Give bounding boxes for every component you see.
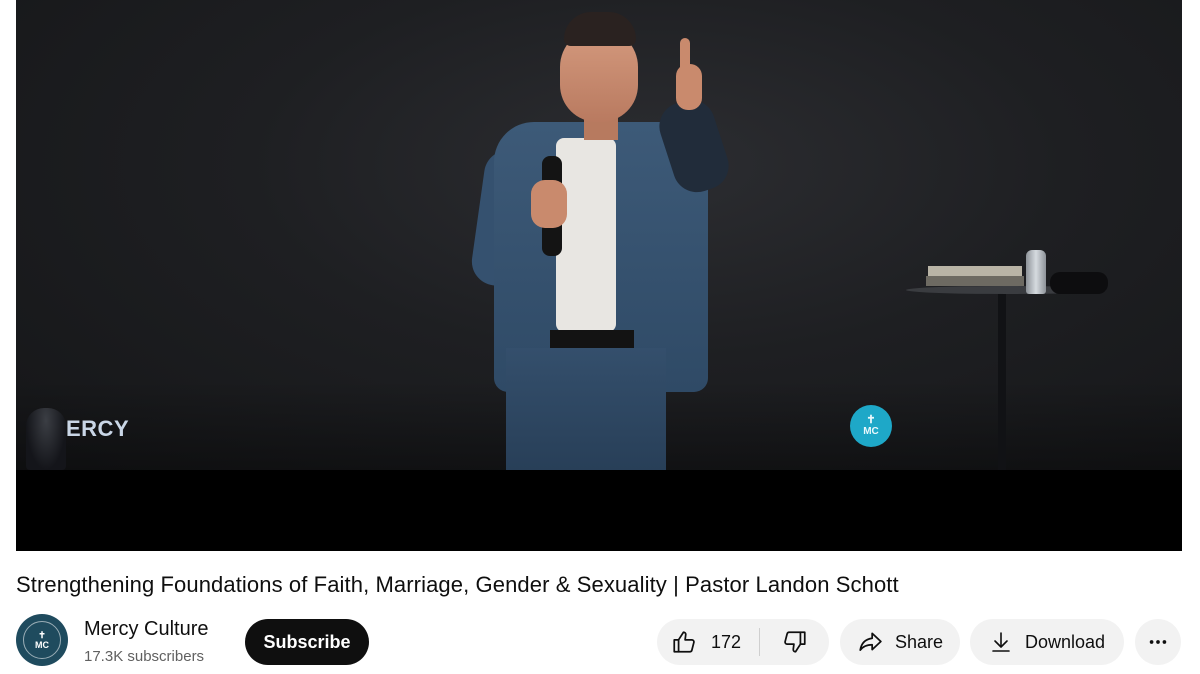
video-frame: ERCY ✝ MC <box>16 0 1182 470</box>
book <box>926 276 1024 286</box>
book <box>928 266 1022 276</box>
video-title: Strengthening Foundations of Faith, Marr… <box>16 572 899 597</box>
subscriber-count: 17.3K subscribers <box>84 648 205 665</box>
stage-table-leg <box>998 292 1006 470</box>
channel-watermark[interactable]: ✝ MC <box>850 405 892 447</box>
water-bottle <box>1026 250 1046 294</box>
presenter-hand <box>531 180 567 228</box>
share-button[interactable]: Share <box>840 619 960 665</box>
stage-sign-post <box>26 408 66 470</box>
download-button[interactable]: Download <box>970 619 1124 665</box>
like-dislike-group: 172 <box>657 619 829 665</box>
download-label: Download <box>1024 631 1106 652</box>
presenter-trousers <box>506 348 666 470</box>
like-button[interactable]: 172 <box>657 619 759 665</box>
more-actions-button[interactable] <box>1135 619 1181 665</box>
presenter-hand <box>676 64 702 110</box>
thumbs-up-icon <box>671 629 697 655</box>
channel-avatar[interactable]: ✝ MC <box>16 614 68 666</box>
presenter-belt <box>550 330 634 350</box>
avatar-logo: ✝ MC <box>23 621 61 659</box>
thumbs-down-icon <box>782 629 808 655</box>
download-icon <box>989 630 1013 654</box>
subscribe-button[interactable]: Subscribe <box>245 619 369 665</box>
cloth <box>1050 272 1108 294</box>
stage-sign-text: ERCY <box>66 416 130 441</box>
video-player[interactable]: ERCY ✝ MC <box>16 0 1182 551</box>
presenter-shirt <box>556 138 616 332</box>
share-arrow-icon <box>857 629 883 655</box>
dislike-button[interactable] <box>760 619 829 665</box>
like-count: 172 <box>711 631 742 652</box>
presenter-hair <box>564 12 636 46</box>
letterbox-bar <box>16 470 1182 551</box>
more-horizontal-icon <box>1147 631 1169 653</box>
share-label: Share <box>894 631 944 652</box>
channel-name[interactable]: Mercy Culture <box>84 618 208 641</box>
